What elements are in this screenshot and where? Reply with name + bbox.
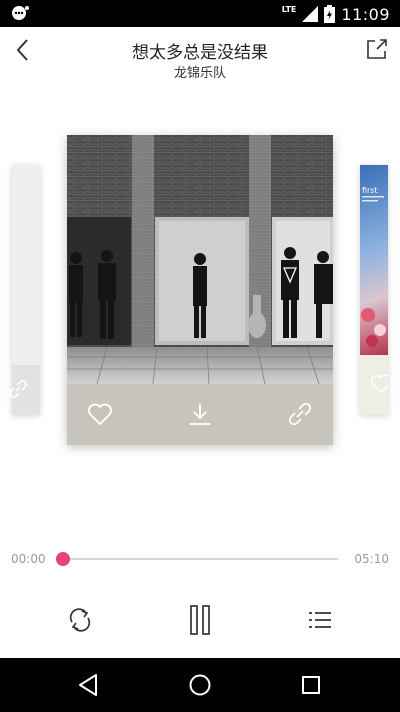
artist-name: 龙锦乐队 [173,66,226,81]
current-album-card[interactable] [67,135,333,445]
player-header: 想太多总是没结果 龙锦乐队 [0,27,400,87]
next-album-card[interactable]: first [360,165,388,415]
progress-track[interactable] [62,558,338,560]
system-nav-bar [0,658,400,712]
repeat-icon[interactable] [65,604,95,636]
previous-album-card[interactable] [9,165,40,415]
status-bar: LTE 11:09 [0,0,400,27]
next-album-cover: first [360,165,388,355]
battery-icon [324,5,336,23]
back-triangle-icon[interactable] [76,672,102,698]
home-circle-icon[interactable] [187,672,213,698]
song-title: 想太多总是没结果 [132,43,268,63]
album-action-bar [67,384,333,445]
heart-icon[interactable] [86,400,114,428]
back-icon[interactable] [12,37,34,63]
heart-icon [370,374,388,394]
playback-controls [0,598,400,642]
notification-icon [12,6,29,20]
link-icon[interactable] [286,400,314,428]
playlist-icon[interactable] [305,604,335,636]
current-time: 00:00 [11,552,46,566]
share-icon[interactable] [366,38,388,60]
svg-text:first: first [362,186,378,195]
next-card-action-bar [360,355,388,415]
signal-icon [302,6,319,22]
link-icon [9,380,27,398]
network-type-label: LTE [281,5,297,14]
previous-card-action-bar [9,365,40,415]
download-icon[interactable] [186,400,214,428]
album-cover-photo [67,135,333,384]
clock: 11:09 [341,4,390,24]
playback-progress: 00:00 05:10 [0,540,400,580]
recents-square-icon[interactable] [298,672,324,698]
progress-thumb[interactable] [56,552,70,566]
pause-icon[interactable] [185,604,215,636]
total-time: 05:10 [354,552,389,566]
